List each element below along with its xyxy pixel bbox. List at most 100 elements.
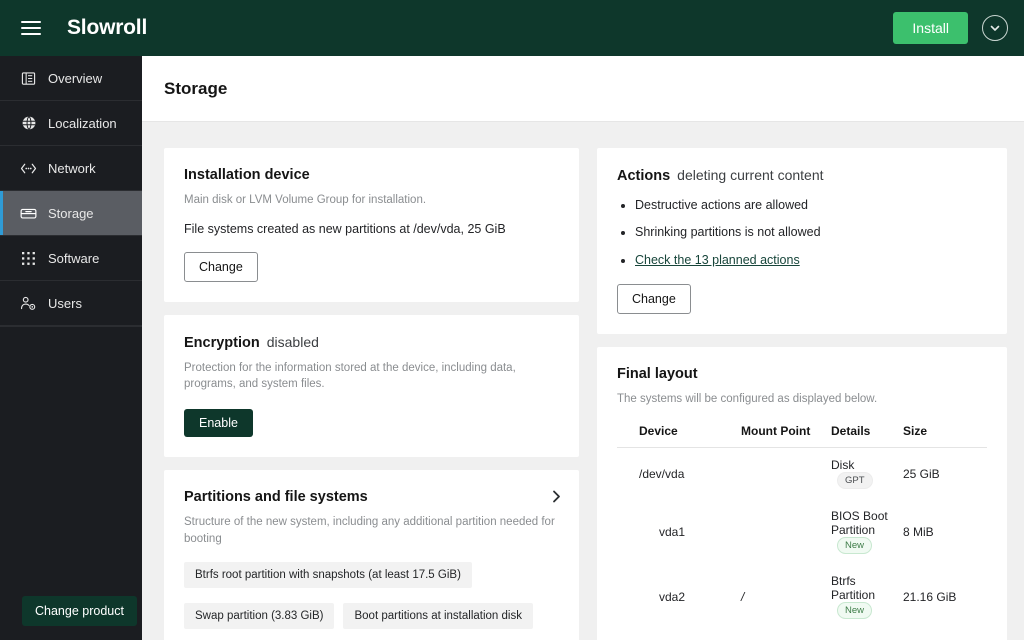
sidebar: Overview Localization Network Storage So… <box>0 56 142 640</box>
card-title: Installation device <box>184 167 559 183</box>
partitions-description: Structure of the new system, including a… <box>184 516 555 545</box>
sidebar-item-label: Network <box>48 160 96 176</box>
cell-device: /dev/vda <box>639 466 685 481</box>
actions-card: Actions deleting current content Destruc… <box>597 148 1007 334</box>
encryption-description: Protection for the information stored at… <box>184 361 516 391</box>
top-bar-actions: Install <box>893 12 1008 44</box>
hamburger-bar <box>21 21 41 23</box>
globe-icon <box>20 115 37 132</box>
column-header-mount: Mount Point <box>735 424 825 449</box>
cell-size: 21.16 GiB <box>903 589 957 604</box>
sidebar-item-label: Users <box>48 295 82 311</box>
column-header-device: Device <box>617 424 735 449</box>
cell-mount: swap <box>735 629 825 640</box>
sidebar-spacer <box>0 326 142 596</box>
encryption-status: disabled <box>266 333 319 350</box>
actions-bullet: Check the 13 planned actions <box>635 252 987 268</box>
cell-details: Btrfs PartitionNew <box>825 564 897 629</box>
partition-chip: Boot partitions at installation disk <box>343 603 533 630</box>
partitions-chip-list-row2: Swap partition (3.83 GiB) Boot partition… <box>184 603 559 630</box>
hamburger-bar <box>21 33 41 35</box>
grid-dots-icon <box>20 250 37 267</box>
final-layout-card: Final layout The systems will be configu… <box>597 346 1007 640</box>
encryption-card: Encryption disabled Protection for the i… <box>164 314 579 458</box>
table-row: /dev/vda DiskGPT 25 GiB <box>617 448 987 500</box>
change-product-button[interactable]: Change product <box>22 596 137 626</box>
storage-disk-icon <box>20 205 37 222</box>
actions-bullet: Destructive actions are allowed <box>635 197 987 213</box>
partitions-title: Partitions and file systems <box>184 489 368 506</box>
card-title: Final layout <box>617 366 987 382</box>
partitions-chip-list: Btrfs root partition with snapshots (at … <box>184 562 559 589</box>
brand-title: Slowroll <box>67 16 148 39</box>
cell-mount <box>735 499 825 564</box>
network-icon <box>20 160 37 177</box>
user-gear-icon <box>20 295 37 312</box>
status-badge: GPT <box>837 472 873 490</box>
sidebar-item-software[interactable]: Software <box>0 236 142 281</box>
card-title: Partitions and file systems <box>184 489 559 505</box>
page-header: Storage <box>142 56 1024 122</box>
actions-bullet-text: Destructive actions are allowed <box>635 198 808 212</box>
installation-device-card: Installation device Main disk or LVM Vol… <box>164 148 579 302</box>
cell-device: vda2 <box>659 589 686 604</box>
partition-chip: Btrfs root partition with snapshots (at … <box>184 562 472 589</box>
sidebar-item-label: Software <box>48 250 100 266</box>
actions-bullet-list: Destructive actions are allowed Shrinkin… <box>635 197 987 268</box>
details-text: Disk <box>831 458 855 473</box>
card-title: Actions deleting current content <box>617 167 987 184</box>
sidebar-item-users[interactable]: Users <box>0 281 142 326</box>
actions-change-button[interactable]: Change <box>617 283 691 314</box>
table-row: vda2 / Btrfs PartitionNew 21.16 GiB <box>617 564 987 629</box>
cell-size: 3.83 GiB <box>897 629 987 640</box>
installation-device-change-button[interactable]: Change <box>184 251 258 282</box>
column-header-details: Details <box>825 424 897 449</box>
actions-bullet: Shrinking partitions is not allowed <box>635 224 987 240</box>
hamburger-bar <box>21 27 41 29</box>
cell-device: vda3 <box>617 629 735 640</box>
table-row: vda3 swap Swap PartitionNew 3.83 GiB <box>617 629 987 640</box>
sidebar-item-label: Localization <box>48 115 117 131</box>
installation-device-description: Main disk or LVM Volume Group for instal… <box>184 194 427 206</box>
app-root: Slowroll Install Overview Localization N… <box>0 0 1024 640</box>
actions-bullet-text: Shrinking partitions is not allowed <box>635 225 821 240</box>
column-header-size: Size <box>897 424 987 449</box>
page-title: Storage <box>164 79 228 98</box>
final-layout-description: The systems will be configured as displa… <box>617 392 878 405</box>
sidebar-item-storage[interactable]: Storage <box>0 191 142 236</box>
hamburger-icon[interactable] <box>14 11 48 45</box>
chevron-right-icon[interactable] <box>552 490 561 503</box>
encryption-title: Encryption <box>184 334 260 351</box>
sidebar-item-localization[interactable]: Localization <box>0 101 142 146</box>
cell-details: BIOS Boot PartitionNew <box>825 499 897 564</box>
final-layout-table: Device Mount Point Details Size /dev/vda <box>617 424 987 640</box>
planned-actions-link[interactable]: Check the 13 planned actions <box>635 253 800 267</box>
partitions-card: Partitions and file systems Structure of… <box>164 470 579 640</box>
table-header-row: Device Mount Point Details Size <box>617 424 987 449</box>
encryption-enable-button[interactable]: Enable <box>184 409 253 438</box>
cell-size: 8 MiB <box>903 524 934 539</box>
right-column: Actions deleting current content Destruc… <box>597 148 1007 640</box>
cell-details: DiskGPT <box>825 448 897 500</box>
content-area: Storage Installation device Main disk or… <box>142 56 1024 640</box>
actions-status: deleting current content <box>677 167 824 183</box>
top-bar: Slowroll Install <box>0 0 1024 56</box>
sidebar-item-label: Storage <box>48 205 94 221</box>
sidebar-item-overview[interactable]: Overview <box>0 56 142 101</box>
left-column: Installation device Main disk or LVM Vol… <box>164 148 579 640</box>
status-badge: New <box>837 537 873 555</box>
table-body: /dev/vda DiskGPT 25 GiB vda1 BIOS Boot P… <box>617 448 987 640</box>
sidebar-item-network[interactable]: Network <box>0 146 142 191</box>
details-text: Btrfs Partition <box>831 574 876 603</box>
sidebar-item-label: Overview <box>48 70 103 86</box>
chevron-down-circle-icon[interactable] <box>982 15 1008 41</box>
install-button[interactable]: Install <box>893 12 968 44</box>
table-head: Device Mount Point Details Size <box>617 424 987 449</box>
partition-chip: Swap partition (3.83 GiB) <box>184 603 335 630</box>
table-row: vda1 BIOS Boot PartitionNew 8 MiB <box>617 499 987 564</box>
panels: Installation device Main disk or LVM Vol… <box>142 122 1024 640</box>
cell-device: vda1 <box>659 524 686 539</box>
actions-title: Actions <box>617 168 671 184</box>
cell-details: Swap PartitionNew <box>825 629 897 640</box>
installation-device-detail: File systems created as new partitions a… <box>184 221 506 236</box>
